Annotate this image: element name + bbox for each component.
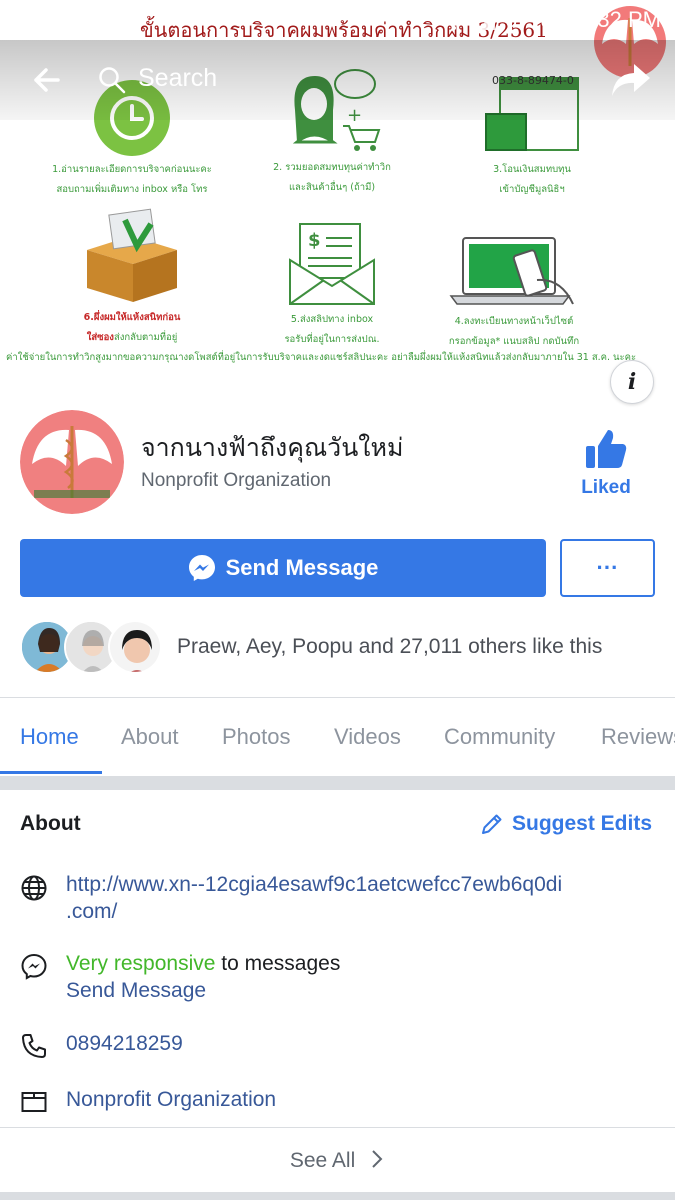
battery-icon — [557, 8, 571, 32]
responsiveness-info: Very responsive to messages Send Message — [66, 950, 340, 1004]
cover-photo[interactable]: ขั้นตอนการบริจาคผมพร้อมค่าทำวิกผม 3/2561… — [0, 0, 675, 380]
liked-label: Liked — [581, 477, 631, 498]
tab-videos[interactable]: Videos — [334, 724, 401, 750]
cover-step-4-line1: 4.ลงทะเบียนทางหน้าเว็ปไซต์ — [454, 316, 574, 327]
friends-like-row[interactable]: Praew, Aey, Poopu and 27,011 others like… — [20, 620, 660, 676]
tab-community[interactable]: Community — [444, 724, 555, 750]
website-url-line1: http://www.xn--12cgia4esawf9c1aetcwefcc7… — [66, 873, 563, 896]
angel-wings-logo-icon — [20, 410, 124, 514]
laptop-icon — [449, 237, 574, 305]
battery-percent: 67% — [505, 7, 550, 32]
cover-step-2-line2: และสินค้าอื่นๆ (ถ้ามี) — [288, 182, 376, 193]
parcel-box-icon — [87, 208, 177, 302]
tab-about[interactable]: About — [121, 724, 179, 750]
status-bar: 67% 7:32 PM — [0, 0, 675, 40]
phone-icon — [22, 1034, 46, 1058]
info-button[interactable]: i — [610, 360, 654, 404]
section-separator — [0, 1192, 675, 1200]
more-options-button[interactable]: ··· — [560, 539, 655, 597]
suggest-edits-label: Suggest Edits — [512, 812, 653, 835]
tab-photos[interactable]: Photos — [222, 724, 291, 750]
about-heading: About — [20, 812, 81, 835]
signal-icon — [475, 10, 497, 30]
cover-footer-note: ค่าใช้จ่ายในการทำวิกสูงมากขอความกรุณางดโ… — [6, 352, 637, 363]
friend-avatar — [108, 620, 162, 674]
section-separator — [0, 776, 675, 790]
wifi-icon — [441, 10, 467, 30]
cover-step-1-line1: 1.อ่านรายละเอียดการบริจาคก่อนนะคะ — [52, 164, 212, 175]
envelope-icon: $ — [289, 223, 375, 305]
likes-summary: Praew, Aey, Poopu and 27,011 others like… — [177, 635, 603, 658]
send-message-label: Send Message — [225, 555, 379, 580]
info-icon: i — [627, 369, 637, 395]
clock-time: 7:32 PM — [579, 7, 661, 32]
divider — [0, 1127, 675, 1128]
page-category: Nonprofit Organization — [141, 470, 332, 491]
page-avatar[interactable] — [20, 410, 124, 514]
cover-step-4-line2: กรอกข้อมูล* แนบสลิป กดบันทึก — [448, 336, 580, 347]
svg-text:$: $ — [308, 230, 321, 251]
search-input[interactable]: Search — [138, 64, 217, 93]
cover-step-4: 4.ลงทะเบียนทางหน้าเว็ปไซต์ กรอกข้อมูล* แ… — [404, 234, 624, 350]
active-tab-indicator — [0, 771, 102, 774]
search-icon[interactable] — [98, 66, 126, 94]
category-folder-icon — [21, 1092, 47, 1112]
website-url-line2: .com/ — [66, 900, 118, 923]
responsive-label: Very responsive — [66, 952, 216, 975]
about-send-message-link[interactable]: Send Message — [66, 977, 340, 1004]
thumbs-up-icon — [586, 430, 627, 468]
website-link[interactable]: http://www.xn--12cgia4esawf9c1aetcwefcc7… — [66, 871, 562, 925]
cover-step-2-line1: 2. รวมยอดสมทบทุนค่าทำวิก — [273, 162, 391, 173]
send-message-button[interactable]: Send Message — [20, 539, 546, 597]
liked-button[interactable]: Liked — [572, 428, 640, 508]
page-title: จากนางฟ้าถึงคุณวันใหม่ — [141, 433, 404, 462]
share-icon[interactable] — [608, 60, 652, 100]
cover-step-6-line2: ใส่ซองส่งกลับตามที่อยู่ — [86, 332, 178, 343]
back-arrow-icon[interactable] — [28, 62, 64, 98]
responsive-suffix: to messages — [215, 952, 341, 975]
search-header: Search — [0, 40, 675, 120]
messenger-outline-icon — [21, 953, 47, 980]
cover-step-6-line1: 6.ผึ่งผมให้แห้งสนิทก่อน — [83, 312, 181, 323]
messenger-icon — [188, 555, 215, 581]
cover-step-3-line2: เข้าบัญชีมูลนิธิฯ — [499, 184, 565, 195]
category-link[interactable]: Nonprofit Organization — [66, 1086, 276, 1113]
see-all-button[interactable]: See All — [0, 1148, 675, 1173]
cover-step-1-line2: สอบถามเพิ่มเติมทาง inbox หรือ โทร — [56, 184, 208, 195]
cover-step-3-line1: 3.โอนเงินสมทบทุน — [493, 164, 571, 175]
cover-step-6: 6.ผึ่งผมให้แห้งสนิทก่อน ใส่ซองส่งกลับตาม… — [22, 206, 242, 346]
more-icon: ··· — [596, 555, 619, 580]
phone-number-link[interactable]: 0894218259 — [66, 1030, 183, 1057]
tab-reviews[interactable]: Reviews — [601, 724, 675, 750]
chevron-right-icon — [372, 1150, 383, 1168]
see-all-label: See All — [289, 1149, 356, 1172]
suggest-edits-link[interactable]: Suggest Edits — [480, 812, 652, 836]
globe-icon — [21, 875, 47, 901]
pencil-icon — [482, 814, 502, 834]
tab-home[interactable]: Home — [20, 724, 79, 750]
page-tabs: Home About Photos Videos Community Revie… — [0, 698, 675, 776]
